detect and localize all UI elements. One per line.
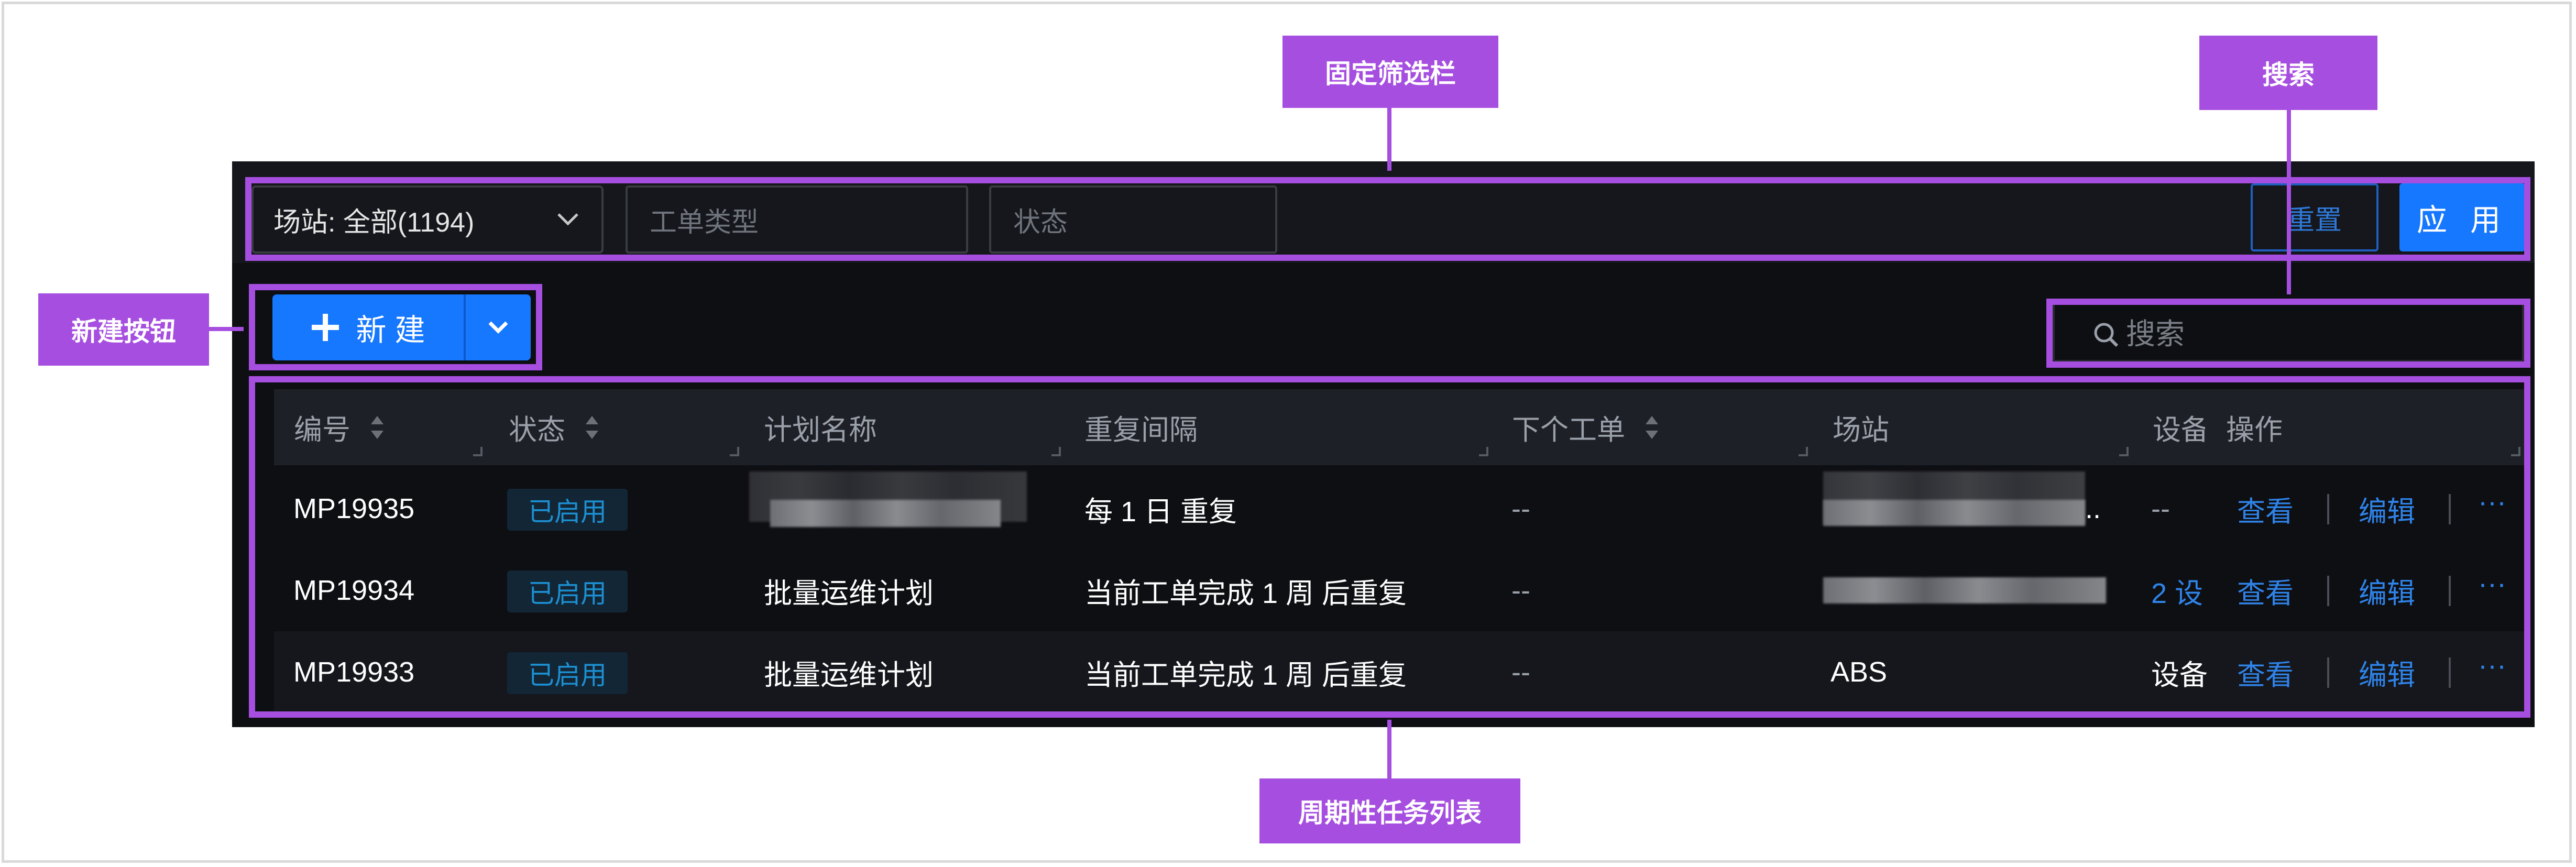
annotation-text: 周期性任务列表	[1298, 798, 1482, 828]
annotation-box-filter-bar	[245, 177, 2530, 261]
annotation-box-search	[2046, 299, 2530, 368]
annotation-label-list: 周期性任务列表	[1259, 778, 1520, 843]
annotation-box-list	[249, 376, 2530, 718]
annotation-connector	[209, 327, 244, 331]
annotation-connector	[1387, 720, 1391, 778]
annotation-text: 新建按钮	[71, 317, 176, 346]
annotation-connector	[1387, 108, 1391, 171]
annotation-text: 搜索	[2262, 60, 2315, 90]
annotation-text: 固定筛选栏	[1325, 59, 1456, 89]
annotation-label-filter-bar: 固定筛选栏	[1282, 36, 1498, 108]
annotation-label-search: 搜索	[2199, 36, 2377, 110]
annotation-box-new-button	[249, 284, 542, 370]
annotation-label-new-button: 新建按钮	[38, 293, 209, 366]
annotation-connector	[2287, 110, 2291, 294]
